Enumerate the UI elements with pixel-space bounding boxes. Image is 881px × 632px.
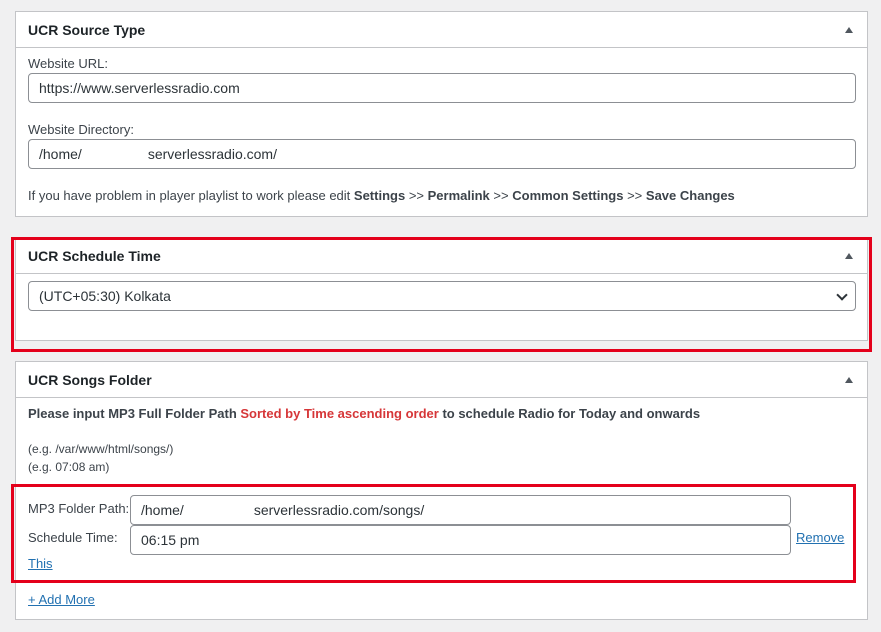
source-type-panel: UCR Source Type Website URL: https://www…: [15, 11, 868, 217]
help-step-permalink: Permalink: [427, 188, 490, 203]
songs-folder-header[interactable]: UCR Songs Folder: [16, 362, 867, 398]
song-row-highlight: [11, 484, 856, 583]
help-step-settings: Settings: [353, 188, 406, 203]
schedule-time-highlight: [11, 237, 872, 352]
collapse-arrow-icon[interactable]: [845, 376, 853, 383]
add-more-link[interactable]: + Add More: [28, 592, 95, 607]
website-directory-suffix: serverlessradio.com/: [147, 146, 277, 162]
source-type-title: UCR Source Type: [28, 21, 146, 38]
collapse-arrow-icon[interactable]: [845, 26, 853, 33]
website-url-label: Website URL:: [28, 56, 108, 71]
source-type-header[interactable]: UCR Source Type: [16, 12, 867, 48]
website-url-input[interactable]: https://www.serverlessradio.com: [28, 73, 856, 103]
permalink-help-text: If you have problem in player playlist t…: [28, 188, 735, 203]
website-url-value: https://www.serverlessradio.com: [39, 80, 240, 96]
example-time-text: (e.g. 07:08 am): [28, 460, 110, 474]
help-step-save-changes: Save Changes: [645, 188, 735, 203]
example-path-text: (e.g. /var/www/html/songs/): [28, 442, 174, 456]
songs-folder-title: UCR Songs Folder: [28, 371, 152, 388]
help-step-common-settings: Common Settings: [512, 188, 624, 203]
website-directory-prefix: /home/: [39, 146, 82, 162]
sort-order-note: Sorted by Time ascending order: [240, 406, 439, 421]
songs-instruction: Please input MP3 Full Folder Path Sorted…: [28, 406, 701, 421]
website-directory-input[interactable]: /home/serverlessradio.com/: [28, 139, 856, 169]
website-directory-label: Website Directory:: [28, 122, 134, 137]
